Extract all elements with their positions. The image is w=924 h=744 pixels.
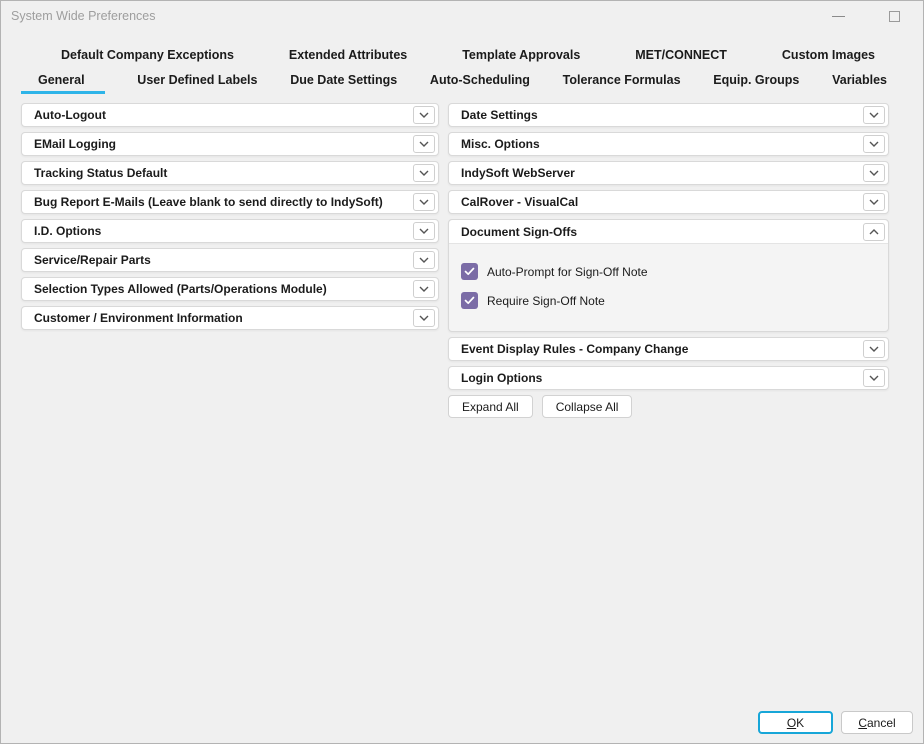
tab-tolerance-formulas[interactable]: Tolerance Formulas bbox=[563, 73, 681, 94]
chevron-down-icon[interactable] bbox=[413, 251, 435, 269]
chevron-up-icon[interactable] bbox=[863, 223, 885, 241]
section-calrover-visualcal[interactable]: CalRover - VisualCal bbox=[448, 190, 889, 214]
ok-mnemonic: O bbox=[787, 716, 796, 730]
tab-auto-scheduling[interactable]: Auto-Scheduling bbox=[430, 73, 530, 94]
section-label: IndySoft WebServer bbox=[461, 166, 863, 180]
section-label: Date Settings bbox=[461, 108, 863, 122]
cancel-mnemonic: C bbox=[858, 716, 867, 730]
section-date-settings[interactable]: Date Settings bbox=[448, 103, 889, 127]
section-label: Event Display Rules - Company Change bbox=[461, 342, 863, 356]
section-selection-types-allowed[interactable]: Selection Types Allowed (Parts/Operation… bbox=[21, 277, 439, 301]
section-auto-logout[interactable]: Auto-Logout bbox=[21, 103, 439, 127]
check-icon bbox=[464, 296, 475, 305]
tab-user-defined-labels[interactable]: User Defined Labels bbox=[137, 73, 257, 94]
checkbox-label: Auto-Prompt for Sign-Off Note bbox=[487, 265, 648, 279]
section-misc-options[interactable]: Misc. Options bbox=[448, 132, 889, 156]
tab-default-company-exceptions[interactable]: Default Company Exceptions bbox=[61, 48, 234, 69]
section-login-options[interactable]: Login Options bbox=[448, 366, 889, 390]
maximize-button[interactable] bbox=[879, 2, 909, 30]
chevron-down-icon[interactable] bbox=[863, 135, 885, 153]
section-customer-environment-information[interactable]: Customer / Environment Information bbox=[21, 306, 439, 330]
tab-template-approvals[interactable]: Template Approvals bbox=[462, 48, 580, 69]
expand-all-button[interactable]: Expand All bbox=[448, 395, 533, 418]
tab-met-connect[interactable]: MET/CONNECT bbox=[635, 48, 727, 69]
section-tracking-status-default[interactable]: Tracking Status Default bbox=[21, 161, 439, 185]
check-icon bbox=[464, 267, 475, 276]
section-label: Login Options bbox=[461, 371, 863, 385]
tab-equip-groups[interactable]: Equip. Groups bbox=[713, 73, 799, 94]
chevron-down-icon[interactable] bbox=[413, 309, 435, 327]
section-bug-report-emails[interactable]: Bug Report E-Mails (Leave blank to send … bbox=[21, 190, 439, 214]
chevron-down-icon[interactable] bbox=[413, 280, 435, 298]
section-email-logging[interactable]: EMail Logging bbox=[21, 132, 439, 156]
window-title: System Wide Preferences bbox=[11, 9, 156, 23]
tab-general[interactable]: General bbox=[21, 73, 105, 94]
section-id-options[interactable]: I.D. Options bbox=[21, 219, 439, 243]
document-sign-offs-content: Auto-Prompt for Sign-Off Note Require Si… bbox=[449, 244, 888, 331]
ok-rest: K bbox=[796, 716, 804, 730]
section-document-sign-offs[interactable]: Document Sign-Offs bbox=[449, 220, 888, 244]
chevron-down-icon[interactable] bbox=[413, 193, 435, 211]
section-label: Selection Types Allowed (Parts/Operation… bbox=[34, 282, 413, 296]
section-label: Customer / Environment Information bbox=[34, 311, 413, 325]
section-label: Document Sign-Offs bbox=[461, 225, 863, 239]
auto-prompt-sign-off-row[interactable]: Auto-Prompt for Sign-Off Note bbox=[461, 263, 876, 280]
maximize-icon bbox=[889, 11, 900, 22]
tab-variables[interactable]: Variables bbox=[832, 73, 887, 94]
checkbox-auto-prompt-sign-off-note[interactable] bbox=[461, 263, 478, 280]
ok-button[interactable]: OK bbox=[758, 711, 833, 734]
chevron-down-icon[interactable] bbox=[863, 340, 885, 358]
section-label: Tracking Status Default bbox=[34, 166, 413, 180]
require-sign-off-row[interactable]: Require Sign-Off Note bbox=[461, 292, 876, 309]
tab-extended-attributes[interactable]: Extended Attributes bbox=[289, 48, 407, 69]
section-label: I.D. Options bbox=[34, 224, 413, 238]
minimize-button[interactable] bbox=[823, 2, 853, 30]
titlebar: System Wide Preferences bbox=[1, 1, 923, 31]
minimize-icon bbox=[832, 16, 845, 17]
section-indysoft-webserver[interactable]: IndySoft WebServer bbox=[448, 161, 889, 185]
chevron-down-icon[interactable] bbox=[413, 106, 435, 124]
tab-custom-images[interactable]: Custom Images bbox=[782, 48, 875, 69]
cancel-rest: ancel bbox=[867, 716, 896, 730]
right-panel: Date Settings Misc. Options IndySoft Web… bbox=[448, 103, 889, 418]
tab-due-date-settings[interactable]: Due Date Settings bbox=[290, 73, 397, 94]
section-label: Misc. Options bbox=[461, 137, 863, 151]
section-label: CalRover - VisualCal bbox=[461, 195, 863, 209]
system-wide-preferences-dialog: System Wide Preferences Default Company … bbox=[0, 0, 924, 744]
chevron-down-icon[interactable] bbox=[863, 106, 885, 124]
section-label: EMail Logging bbox=[34, 137, 413, 151]
section-service-repair-parts[interactable]: Service/Repair Parts bbox=[21, 248, 439, 272]
cancel-button[interactable]: Cancel bbox=[841, 711, 913, 734]
tab-row-2: General User Defined Labels Due Date Set… bbox=[21, 73, 887, 94]
window-controls bbox=[823, 1, 915, 31]
chevron-down-icon[interactable] bbox=[863, 369, 885, 387]
checkbox-label: Require Sign-Off Note bbox=[487, 294, 605, 308]
section-event-display-rules-company-change[interactable]: Event Display Rules - Company Change bbox=[448, 337, 889, 361]
collapse-all-button[interactable]: Collapse All bbox=[542, 395, 633, 418]
chevron-down-icon[interactable] bbox=[863, 193, 885, 211]
chevron-down-icon[interactable] bbox=[413, 164, 435, 182]
section-label: Auto-Logout bbox=[34, 108, 413, 122]
section-document-sign-offs-group: Document Sign-Offs Auto-Prompt for Sign-… bbox=[448, 219, 889, 332]
tab-row-1: Default Company Exceptions Extended Attr… bbox=[61, 48, 875, 69]
section-label: Service/Repair Parts bbox=[34, 253, 413, 267]
chevron-down-icon[interactable] bbox=[413, 222, 435, 240]
expand-collapse-row: Expand All Collapse All bbox=[448, 395, 889, 418]
chevron-down-icon[interactable] bbox=[863, 164, 885, 182]
chevron-down-icon[interactable] bbox=[413, 135, 435, 153]
left-panel: Auto-Logout EMail Logging Tracking Statu… bbox=[21, 103, 439, 335]
checkbox-require-sign-off-note[interactable] bbox=[461, 292, 478, 309]
section-label: Bug Report E-Mails (Leave blank to send … bbox=[34, 195, 413, 209]
